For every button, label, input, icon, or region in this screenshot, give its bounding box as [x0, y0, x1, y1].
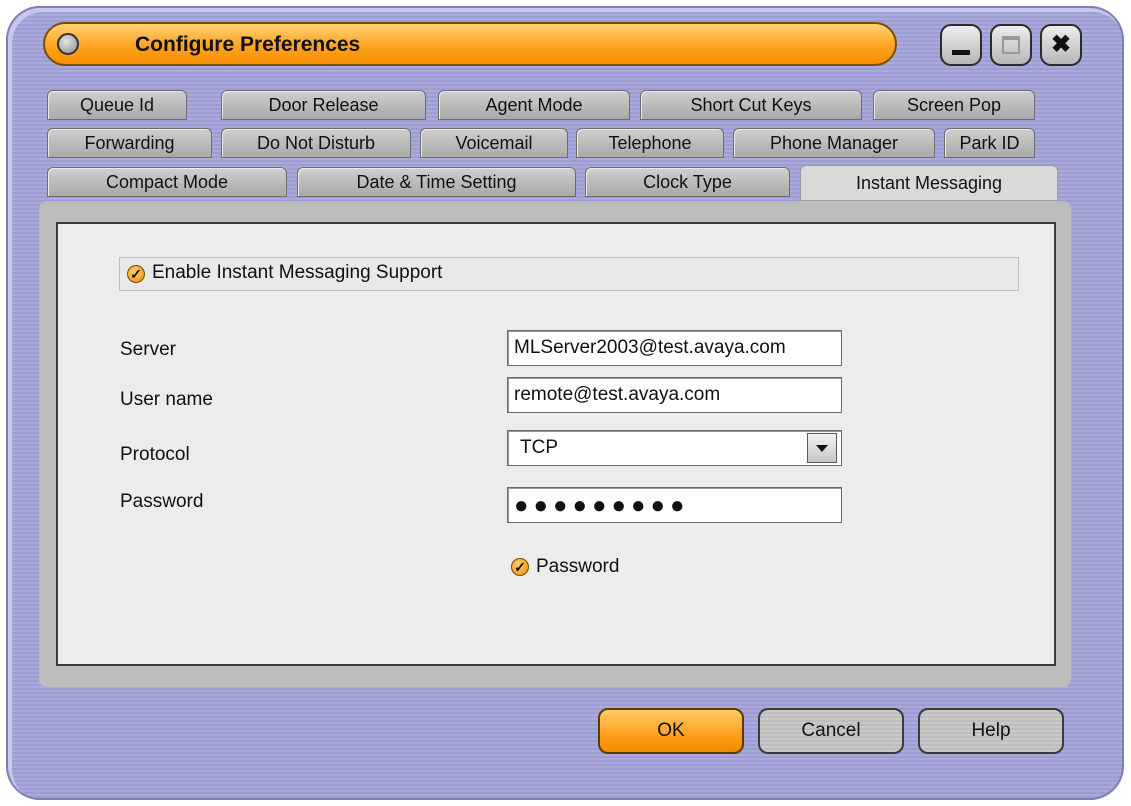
window-menu-icon[interactable] — [57, 33, 79, 55]
maximize-button[interactable] — [990, 24, 1032, 66]
tab-do-not-disturb[interactable]: Do Not Disturb — [221, 128, 411, 158]
tab-voicemail[interactable]: Voicemail — [420, 128, 568, 158]
ok-button[interactable]: OK — [598, 708, 744, 754]
password-input[interactable]: ●●●●●●●●● — [507, 487, 842, 523]
username-input[interactable]: remote@test.avaya.com — [507, 377, 842, 413]
tab-short-cut-keys[interactable]: Short Cut Keys — [640, 90, 862, 120]
title-bar[interactable]: Configure Preferences — [43, 22, 897, 66]
tab-screen-pop[interactable]: Screen Pop — [873, 90, 1035, 120]
server-input[interactable]: MLServer2003@test.avaya.com — [507, 330, 842, 366]
tab-telephone[interactable]: Telephone — [576, 128, 724, 158]
tab-compact-mode[interactable]: Compact Mode — [47, 167, 287, 197]
save-password-label: Password — [536, 556, 620, 577]
protocol-dropdown-button[interactable] — [807, 433, 837, 463]
tab-queue-id[interactable]: Queue Id — [47, 90, 187, 120]
cancel-button[interactable]: Cancel — [758, 708, 904, 754]
username-label: User name — [120, 389, 213, 410]
tab-phone-manager[interactable]: Phone Manager — [733, 128, 935, 158]
enable-im-label: Enable Instant Messaging Support — [152, 262, 443, 283]
checkmark-icon: ✓ — [514, 558, 526, 575]
close-button[interactable]: ✖ — [1040, 24, 1082, 66]
save-password-checkbox[interactable]: ✓ — [511, 558, 529, 576]
protocol-label: Protocol — [120, 444, 190, 465]
tab-clock-type[interactable]: Clock Type — [585, 167, 790, 197]
close-icon: ✖ — [1050, 31, 1072, 58]
checkmark-icon: ✓ — [130, 265, 142, 282]
minimize-button[interactable] — [940, 24, 982, 66]
tab-date-time-setting[interactable]: Date & Time Setting — [297, 167, 576, 197]
help-button[interactable]: Help — [918, 708, 1064, 754]
server-label: Server — [120, 339, 176, 360]
minimize-icon — [952, 49, 970, 55]
tab-agent-mode[interactable]: Agent Mode — [438, 90, 630, 120]
chevron-down-icon — [816, 444, 828, 452]
password-label: Password — [120, 491, 204, 512]
tab-door-release[interactable]: Door Release — [221, 90, 426, 120]
enable-im-checkbox[interactable]: ✓ — [127, 265, 145, 283]
tab-forwarding[interactable]: Forwarding — [47, 128, 212, 158]
tab-park-id[interactable]: Park ID — [944, 128, 1035, 158]
protocol-select[interactable]: TCP — [507, 430, 842, 466]
maximize-icon — [1002, 36, 1020, 54]
window-title: Configure Preferences — [135, 33, 361, 56]
tab-instant-messaging[interactable]: Instant Messaging — [800, 165, 1058, 201]
